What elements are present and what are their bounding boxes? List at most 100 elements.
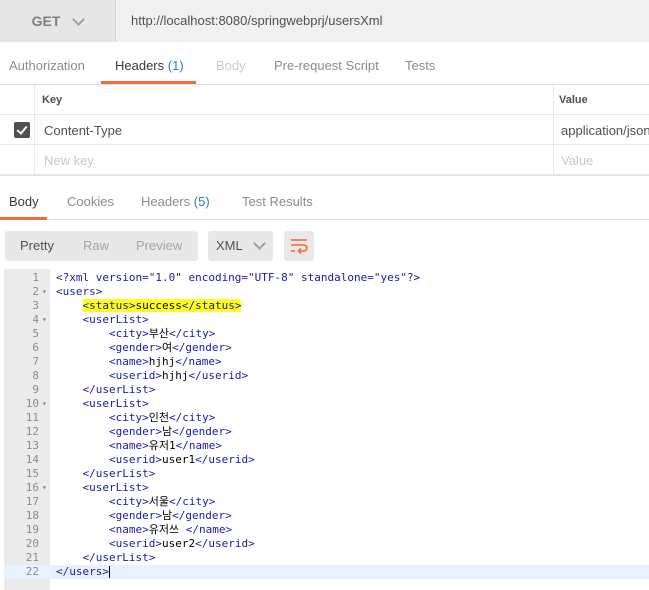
line-number: 9 xyxy=(32,383,39,396)
code-text: </users> xyxy=(56,565,110,578)
request-bar: GET http://localhost:8080/springwebprj/u… xyxy=(0,0,649,42)
column-value-header: Value xyxy=(559,94,588,106)
code-text: <city>인천</city> xyxy=(108,411,216,424)
new-key-input[interactable]: New key xyxy=(44,153,94,168)
code-line: 9 </userList> xyxy=(4,383,649,397)
search-highlight: <status>success</status> xyxy=(82,299,242,312)
code-text: <userid>user1</userid> xyxy=(108,453,255,466)
raw-button[interactable]: Raw xyxy=(83,238,109,253)
code-line: 12 <gender>남</gender> xyxy=(4,425,649,439)
code-text: <name>유저쓰 </name> xyxy=(108,523,233,536)
line-number: 21 xyxy=(25,551,39,564)
active-tab-underline xyxy=(101,81,196,84)
code-text: <gender>남</gender> xyxy=(108,425,232,438)
tab-pre-request-script[interactable]: Pre-request Script xyxy=(274,58,379,73)
format-label: XML xyxy=(216,238,243,253)
code-line: 21 </userList> xyxy=(4,551,649,565)
code-lines: 1 <?xml version="1.0" encoding="UTF-8" st… xyxy=(4,271,649,579)
tab-response-headers[interactable]: Headers (5) xyxy=(141,194,210,209)
line-number: 11 xyxy=(25,411,39,424)
code-line: 20 <userid>user2</userid> xyxy=(4,537,649,551)
code-text: <userList> xyxy=(82,397,149,410)
request-tabs: Authorization Headers (1) Body Pre-reque… xyxy=(0,50,649,85)
text-cursor xyxy=(108,566,110,578)
code-line: 19 <name>유저쓰 </name> xyxy=(4,523,649,537)
chevron-down-icon xyxy=(253,237,266,250)
code-line: 4 ▾ <userList> xyxy=(4,313,649,327)
headers-table: Key Value Content-Type application/json … xyxy=(0,85,649,175)
line-number: 15 xyxy=(25,467,39,480)
code-text: <userid>user2</userid> xyxy=(108,537,255,550)
fold-toggle-icon[interactable]: ▾ xyxy=(42,313,47,327)
url-input[interactable]: http://localhost:8080/springwebprj/users… xyxy=(131,13,382,28)
table-row: Content-Type application/json xyxy=(0,115,649,145)
tab-tests[interactable]: Tests xyxy=(405,58,435,73)
code-text: </userList> xyxy=(82,383,156,396)
code-line: 2 ▾ <users> xyxy=(4,285,649,299)
tab-test-results[interactable]: Test Results xyxy=(242,194,313,209)
format-select[interactable]: XML xyxy=(208,231,273,261)
tab-headers[interactable]: Headers (1) xyxy=(115,58,184,73)
code-text: <status>success</status> xyxy=(56,299,242,313)
method-label: GET xyxy=(31,13,61,29)
line-number: 5 xyxy=(32,327,39,340)
response-body-editor[interactable]: 1 <?xml version="1.0" encoding="UTF-8" st… xyxy=(4,269,649,590)
tab-body[interactable]: Body xyxy=(216,58,246,73)
headers-table-head: Key Value xyxy=(0,85,649,115)
line-number: 16 xyxy=(25,481,39,494)
tab-response-body[interactable]: Body xyxy=(9,194,39,209)
tab-response-headers-count: (5) xyxy=(193,194,210,209)
line-number: 12 xyxy=(25,425,39,438)
code-line: 16 ▾ <userList> xyxy=(4,481,649,495)
code-line: 1 <?xml version="1.0" encoding="UTF-8" st… xyxy=(4,271,649,285)
fold-toggle-icon[interactable]: ▾ xyxy=(42,285,47,299)
tab-authorization[interactable]: Authorization xyxy=(9,58,85,73)
line-number: 8 xyxy=(32,369,39,382)
header-value-field[interactable]: application/json xyxy=(561,123,649,138)
code-line: 6 <gender>여</gender> xyxy=(4,341,649,355)
code-text: <gender>여</gender> xyxy=(108,341,232,354)
code-text: <city>서울</city> xyxy=(108,495,216,508)
table-row-new: New key Value xyxy=(0,145,649,175)
line-number: 17 xyxy=(25,495,39,508)
tab-headers-count: (1) xyxy=(167,58,184,73)
code-text: <name>hjhj</name> xyxy=(108,355,222,368)
tab-response-headers-label: Headers xyxy=(141,194,191,209)
code-line: 8 <userid>hjhj</userid> xyxy=(4,369,649,383)
line-number: 1 xyxy=(32,271,39,284)
wrap-lines-icon xyxy=(291,239,308,255)
active-tab-underline xyxy=(0,217,47,220)
code-line: 10 ▾ <userList> xyxy=(4,397,649,411)
preview-button[interactable]: Preview xyxy=(136,238,182,253)
line-number: 6 xyxy=(32,341,39,354)
code-text: <userid>hjhj</userid> xyxy=(108,369,249,382)
line-number: 10 xyxy=(25,397,39,410)
header-enabled-checkbox[interactable] xyxy=(14,122,30,138)
response-tabs: Body Cookies Headers (5) Test Results xyxy=(0,186,649,220)
line-number: 22 xyxy=(25,565,39,578)
line-number: 14 xyxy=(25,453,39,466)
line-number: 7 xyxy=(32,355,39,368)
line-number: 19 xyxy=(25,523,39,536)
line-number: 13 xyxy=(25,439,39,452)
wrap-lines-button[interactable] xyxy=(284,231,314,261)
line-number: 4 xyxy=(32,313,39,326)
tab-cookies[interactable]: Cookies xyxy=(67,194,114,209)
code-text: <name>유저1</name> xyxy=(108,439,222,452)
code-text: </userList> xyxy=(82,551,156,564)
pretty-button[interactable]: Pretty xyxy=(20,238,54,253)
header-key-field[interactable]: Content-Type xyxy=(44,123,122,138)
new-value-input[interactable]: Value xyxy=(561,153,593,168)
chevron-down-icon xyxy=(72,12,86,26)
fold-toggle-icon[interactable]: ▾ xyxy=(42,397,47,411)
line-number: 2 xyxy=(32,285,39,298)
fold-toggle-icon[interactable]: ▾ xyxy=(42,481,47,495)
method-selector[interactable]: GET xyxy=(0,0,116,42)
code-text: </userList> xyxy=(82,467,156,480)
code-line: 13 <name>유저1</name> xyxy=(4,439,649,453)
code-line: 3 <status>success</status> xyxy=(4,299,649,313)
code-line: 15 </userList> xyxy=(4,467,649,481)
code-text: <?xml version="1.0" encoding="UTF-8" sta… xyxy=(56,271,421,284)
divider xyxy=(0,175,649,176)
code-line: 17 <city>서울</city> xyxy=(4,495,649,509)
